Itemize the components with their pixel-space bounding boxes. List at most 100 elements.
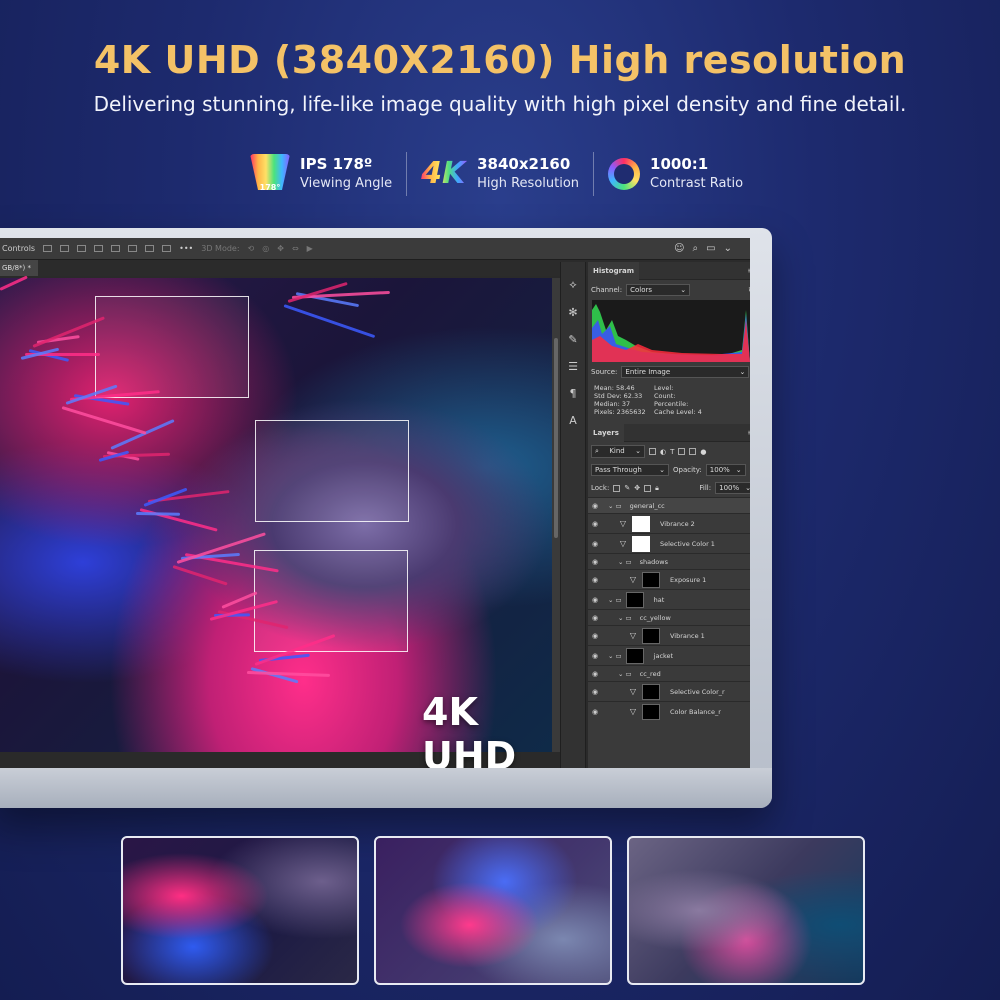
feature-row: 178° IPS 178º Viewing Angle 4K 3840x2160… xyxy=(236,152,757,196)
stat-right: Count: xyxy=(654,392,676,400)
camera-3d-icon[interactable]: ▶ xyxy=(307,244,313,253)
layer-row[interactable]: ◉ ⌄ ▭ shadows xyxy=(588,553,750,569)
visibility-eye-icon[interactable]: ◉ xyxy=(588,540,602,548)
ips-angle-icon: 178° xyxy=(250,154,290,194)
filter-shape-icon[interactable] xyxy=(678,448,686,455)
3d-mode-label: 3D Mode: xyxy=(201,244,240,253)
filter-type-icon[interactable]: T xyxy=(670,448,674,456)
fill-label: Fill: xyxy=(699,484,712,492)
filter-adjust-icon[interactable]: ◐ xyxy=(660,448,666,456)
stat-right: Level: xyxy=(654,384,674,392)
folder-icon[interactable]: ⌄ ▭ xyxy=(608,652,622,660)
image-canvas[interactable]: 4K UHD xyxy=(0,275,552,768)
layer-filter-select[interactable]: ⌕ Kind ⌄ xyxy=(591,445,645,458)
folder-icon[interactable]: ⌄ ▭ xyxy=(618,614,632,622)
folder-icon[interactable]: ⌄ ▭ xyxy=(608,596,622,604)
document-tab[interactable]: GB/8*) * xyxy=(0,260,38,276)
folder-icon[interactable]: ⌄ ▭ xyxy=(608,502,622,510)
align-icon[interactable] xyxy=(77,245,87,252)
layer-mask-thumbnail[interactable] xyxy=(632,515,650,532)
layer-row[interactable]: ◉ ▽ Color Balance_r xyxy=(588,701,750,721)
align-icon[interactable] xyxy=(60,245,70,252)
visibility-eye-icon[interactable]: ◉ xyxy=(588,688,602,696)
visibility-eye-icon[interactable]: ◉ xyxy=(588,708,602,716)
paragraph-icon[interactable]: ¶ xyxy=(570,387,577,400)
adjustments-icon[interactable]: ☰ xyxy=(568,360,578,373)
distribute-icon[interactable] xyxy=(145,245,155,252)
opacity-input[interactable]: 100% ⌄ xyxy=(705,464,746,476)
layer-mask-thumbnail[interactable] xyxy=(632,535,650,552)
more-icon[interactable]: ••• xyxy=(179,244,193,253)
lock-all-icon[interactable]: 🔒︎ xyxy=(655,484,659,493)
lock-paint-icon[interactable]: ✎ xyxy=(624,484,630,492)
refresh-icon[interactable]: ↻ xyxy=(748,286,750,295)
brush-icon[interactable]: ✎ xyxy=(568,333,577,346)
visibility-eye-icon[interactable]: ◉ xyxy=(588,576,602,584)
distribute-icon[interactable] xyxy=(111,245,121,252)
filter-smart-icon[interactable] xyxy=(689,448,697,455)
orbit-3d-icon[interactable]: ◎ xyxy=(262,244,269,253)
blend-mode-select[interactable]: Pass Through ⌄ xyxy=(591,464,669,476)
rotate-3d-icon[interactable]: ⟲ xyxy=(248,244,255,253)
visibility-eye-icon[interactable]: ◉ xyxy=(588,652,602,660)
layer-row[interactable]: ◉ ▽ Vibrance 1 xyxy=(588,625,750,645)
search-icon[interactable]: ⌕ xyxy=(693,243,699,254)
layer-mask-thumbnail[interactable] xyxy=(642,703,660,720)
folder-icon[interactable]: ⌄ ▭ xyxy=(618,558,632,566)
filter-toggle-icon[interactable]: ● xyxy=(700,448,706,456)
layer-row[interactable]: ◉ ▽ Vibrance 2 xyxy=(588,513,750,533)
layer-row[interactable]: ◉ ▽ Selective Color 1 xyxy=(588,533,750,553)
layer-mask-thumbnail[interactable] xyxy=(625,647,644,664)
4k-uhd-label: 4K UHD xyxy=(422,690,517,768)
layer-mask-thumbnail[interactable] xyxy=(642,571,660,588)
slide-3d-icon[interactable]: ⇔ xyxy=(292,244,299,253)
align-icon[interactable] xyxy=(43,245,53,252)
layer-name: Vibrance 1 xyxy=(670,631,705,640)
visibility-eye-icon[interactable]: ◉ xyxy=(588,632,602,640)
layers-tab[interactable]: Layers xyxy=(588,424,624,442)
layer-mask-thumbnail[interactable] xyxy=(625,591,644,608)
workspace-icon[interactable]: ▭ xyxy=(706,243,715,254)
history-brush-icon[interactable]: ⟡ xyxy=(569,278,576,292)
chevron-down-icon[interactable]: ⌄ xyxy=(724,243,732,254)
character-icon[interactable]: A xyxy=(569,414,577,427)
layer-row[interactable]: ◉ ⌄ ▭ hat xyxy=(588,589,750,609)
distribute-icon[interactable] xyxy=(128,245,138,252)
visibility-eye-icon[interactable]: ◉ xyxy=(588,520,602,528)
source-select[interactable]: Entire Image ⌄ xyxy=(621,366,750,378)
lock-move-icon[interactable]: ✥ xyxy=(634,484,640,492)
layer-mask-thumbnail[interactable] xyxy=(642,627,660,644)
adjustment-layer-icon: ▽ xyxy=(629,631,637,640)
adjustment-layer-icon: ▽ xyxy=(619,519,627,528)
layer-row[interactable]: ◉ ▽ Selective Color_r xyxy=(588,681,750,701)
monitor: Controls ••• 3D Mode: ⟲ ◎ ✥ ⇔ ▶ ☺ ⌕ ▭ ⌄ xyxy=(0,228,772,808)
visibility-eye-icon[interactable]: ◉ xyxy=(588,558,602,566)
user-icon[interactable]: ☺ xyxy=(674,243,684,254)
distribute-icon[interactable] xyxy=(162,245,172,252)
panel-menu-icon[interactable]: ≡ xyxy=(747,266,750,275)
visibility-eye-icon[interactable]: ◉ xyxy=(588,614,602,622)
detail-thumbnail-1 xyxy=(121,836,359,985)
lock-artboard-icon[interactable] xyxy=(644,484,652,492)
layer-row[interactable]: ◉ ⌄ ▭ cc_yellow xyxy=(588,609,750,625)
layer-row[interactable]: ◉ ⌄ ▭ general_cc xyxy=(588,497,750,513)
histogram-tab[interactable]: Histogram xyxy=(588,262,640,280)
channel-select[interactable]: Colors ⌄ xyxy=(626,284,691,296)
align-icon[interactable] xyxy=(94,245,104,252)
panel-menu-icon[interactable]: ≡ xyxy=(747,428,750,437)
visibility-eye-icon[interactable]: ◉ xyxy=(588,596,602,604)
layer-mask-thumbnail[interactable] xyxy=(642,683,660,700)
folder-icon[interactable]: ⌄ ▭ xyxy=(618,670,632,678)
layer-row[interactable]: ◉ ⌄ ▭ cc_red xyxy=(588,665,750,681)
fill-input[interactable]: 100% ⌄ xyxy=(715,482,750,494)
layer-row[interactable]: ◉ ▽ Exposure 1 xyxy=(588,569,750,589)
canvas-scrollbar[interactable] xyxy=(552,278,560,752)
lock-pixels-icon[interactable] xyxy=(613,484,621,492)
settings-icon[interactable]: ✻ xyxy=(568,306,577,319)
visibility-eye-icon[interactable]: ◉ xyxy=(588,502,602,510)
filter-pixel-icon[interactable] xyxy=(649,448,656,455)
pan-3d-icon[interactable]: ✥ xyxy=(277,244,284,253)
layer-row[interactable]: ◉ ⌄ ▭ jacket xyxy=(588,645,750,665)
visibility-eye-icon[interactable]: ◉ xyxy=(588,670,602,678)
layer-name: hat xyxy=(653,595,665,604)
